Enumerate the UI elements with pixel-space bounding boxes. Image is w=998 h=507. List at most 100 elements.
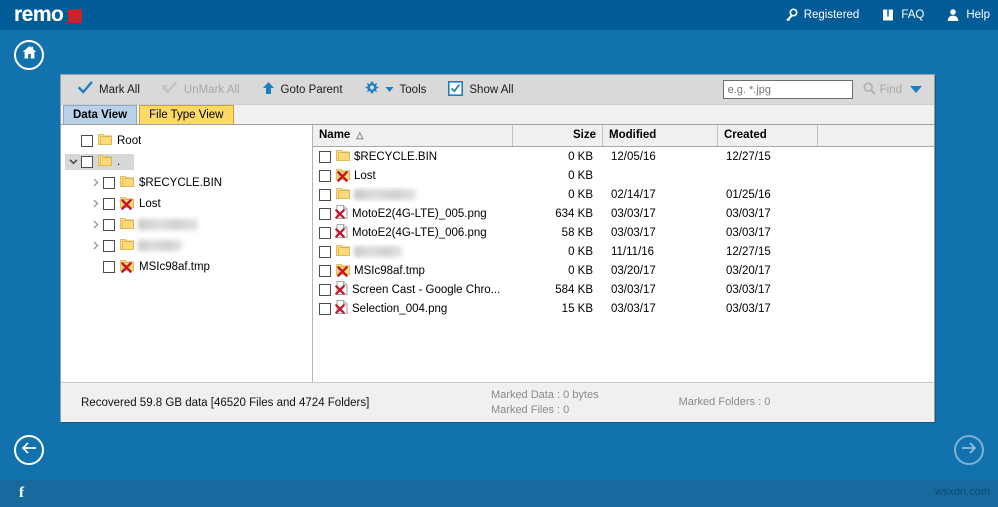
find-button[interactable]: Find [853, 81, 910, 98]
main-panel: Mark All UnMark All Goto Parent Tools Sh… [60, 74, 935, 422]
cell-modified: 03/03/17 [611, 283, 656, 296]
cell-created: 01/25/16 [726, 188, 771, 201]
tree-node-checkbox[interactable] [103, 260, 115, 273]
folder-tree-pane[interactable]: Root. $RECYCLE.BIN Lost MSIc98af.tmp [61, 125, 313, 382]
tab-data-view[interactable]: Data View [63, 105, 138, 124]
cell-name: Screen Cast - Google Chro... [313, 281, 513, 298]
logo-text: remo [14, 3, 64, 26]
footer-bar: f wsxdn.com [0, 480, 998, 507]
table-row[interactable]: Selection_004.png 15 KB 03/03/17 03/03/17 [313, 299, 934, 318]
tree-node[interactable]: . [61, 151, 312, 172]
header-link-faq[interactable]: FAQ [881, 8, 924, 22]
tree-node-checkbox[interactable] [81, 155, 93, 168]
tree-expander-icon[interactable] [87, 219, 103, 230]
cell-size: 634 KB [555, 207, 593, 220]
tree-node-label: Lost [139, 197, 161, 210]
app-logo: remo [14, 3, 83, 27]
table-row[interactable]: $RECYCLE.BIN 0 KB 12/05/16 12/27/15 [313, 147, 934, 166]
row-checkbox[interactable] [319, 226, 331, 239]
table-row[interactable]: MSIc98af.tmp 0 KB 03/20/17 03/20/17 [313, 261, 934, 280]
row-checkbox[interactable] [319, 264, 331, 277]
header-link-registered[interactable]: Registered [784, 8, 860, 22]
tree-node[interactable]: $RECYCLE.BIN [61, 172, 312, 193]
cell-name: MotoE2(4G-LTE)_005.png [313, 205, 513, 222]
tree-expander-icon[interactable] [87, 198, 103, 209]
folder-icon [336, 244, 350, 260]
tree-node[interactable] [61, 235, 312, 256]
uncheck-icon [161, 81, 178, 98]
file-list-rows: $RECYCLE.BIN 0 KB 12/05/16 12/27/15 Lost 0 KB… [313, 147, 934, 318]
toolbar-label: Tools [399, 83, 427, 96]
tab-file-type-view[interactable]: File Type View [139, 105, 234, 124]
column-header-filler [818, 125, 934, 146]
app-header: remo Registered FAQ Help [0, 0, 998, 30]
table-row[interactable]: MotoE2(4G-LTE)_006.png 58 KB 03/03/17 03/03… [313, 223, 934, 242]
tree-node-checkbox[interactable] [103, 239, 115, 252]
tree-node-checkbox[interactable] [81, 134, 93, 147]
cell-modified: 11/11/16 [611, 245, 655, 258]
cell-name-text: MotoE2(4G-LTE)_006.png [352, 226, 487, 239]
tree-node[interactable]: MSIc98af.tmp [61, 256, 312, 277]
tree-node-checkbox[interactable] [103, 197, 115, 210]
column-header-size[interactable]: Size [513, 125, 603, 146]
header-link-help[interactable]: Help [946, 8, 990, 22]
tree-node-checkbox[interactable] [103, 218, 115, 231]
row-checkbox[interactable] [319, 302, 331, 315]
toolbar-label: Show All [469, 83, 514, 96]
folder-icon [120, 217, 134, 233]
table-row[interactable]: Lost 0 KB [313, 166, 934, 185]
cell-created: 03/03/17 [726, 302, 771, 315]
goto-parent-button[interactable]: Goto Parent [251, 77, 354, 103]
cell-name: Lost [313, 168, 513, 184]
cell-name: MotoE2(4G-LTE)_006.png [313, 224, 513, 241]
folder-icon [120, 175, 134, 191]
tree-expander-icon[interactable] [87, 240, 103, 251]
header-link-label: Registered [803, 9, 860, 21]
row-checkbox[interactable] [319, 207, 331, 220]
table-row[interactable]: 0 KB 02/14/17 01/25/16 [313, 185, 934, 204]
folder-icon [336, 149, 350, 165]
tree-node[interactable]: Lost [61, 193, 312, 214]
row-checkbox[interactable] [319, 283, 331, 296]
tree-expander-icon[interactable] [65, 156, 81, 167]
folder-icon [98, 154, 112, 170]
checkbox-checked-icon [448, 80, 464, 99]
row-checkbox[interactable] [319, 188, 331, 201]
table-row[interactable]: Screen Cast - Google Chro... 584 KB 03/03/… [313, 280, 934, 299]
cell-name: MSIc98af.tmp [313, 263, 513, 279]
tree-node[interactable] [61, 214, 312, 235]
home-icon [21, 44, 38, 66]
header-link-label: FAQ [901, 9, 925, 21]
row-checkbox[interactable] [319, 245, 331, 258]
column-header-created[interactable]: Created [718, 125, 818, 146]
tree-node-checkbox[interactable] [103, 176, 115, 189]
mark-all-button[interactable]: Mark All [67, 77, 151, 103]
tree-node-label: MSIc98af.tmp [139, 260, 210, 273]
tools-button[interactable]: Tools [354, 77, 438, 103]
status-marked-data: Marked Data : 0 bytes [491, 388, 599, 401]
table-row[interactable]: 0 KB 11/11/16 12/27/15 [313, 242, 934, 261]
tree-expander-icon[interactable] [87, 177, 103, 188]
forward-button[interactable] [954, 435, 984, 465]
cell-created: 03/03/17 [726, 283, 771, 296]
check-icon [77, 81, 93, 98]
folder-deleted-icon [336, 168, 350, 184]
show-all-button[interactable]: Show All [437, 77, 524, 103]
cell-modified: 02/14/17 [611, 188, 656, 201]
search-input[interactable] [722, 80, 853, 99]
back-button[interactable] [14, 435, 44, 465]
row-checkbox[interactable] [319, 169, 331, 182]
tree-node[interactable]: Root [61, 130, 312, 151]
row-checkbox[interactable] [319, 150, 331, 163]
cell-name-redacted [354, 189, 416, 200]
file-deleted-icon [335, 224, 348, 241]
facebook-icon[interactable]: f [19, 485, 24, 502]
table-row[interactable]: MotoE2(4G-LTE)_005.png 634 KB 03/03/17 03/0… [313, 204, 934, 223]
toolbar-dropdown-icon[interactable] [910, 86, 922, 93]
cell-modified: 03/03/17 [611, 207, 656, 220]
unmark-all-button[interactable]: UnMark All [151, 77, 251, 103]
column-header-modified[interactable]: Modified [603, 125, 718, 146]
home-button[interactable] [14, 40, 44, 70]
cell-created: 12/27/15 [726, 150, 771, 163]
column-header-name[interactable]: Name △ [313, 125, 513, 146]
